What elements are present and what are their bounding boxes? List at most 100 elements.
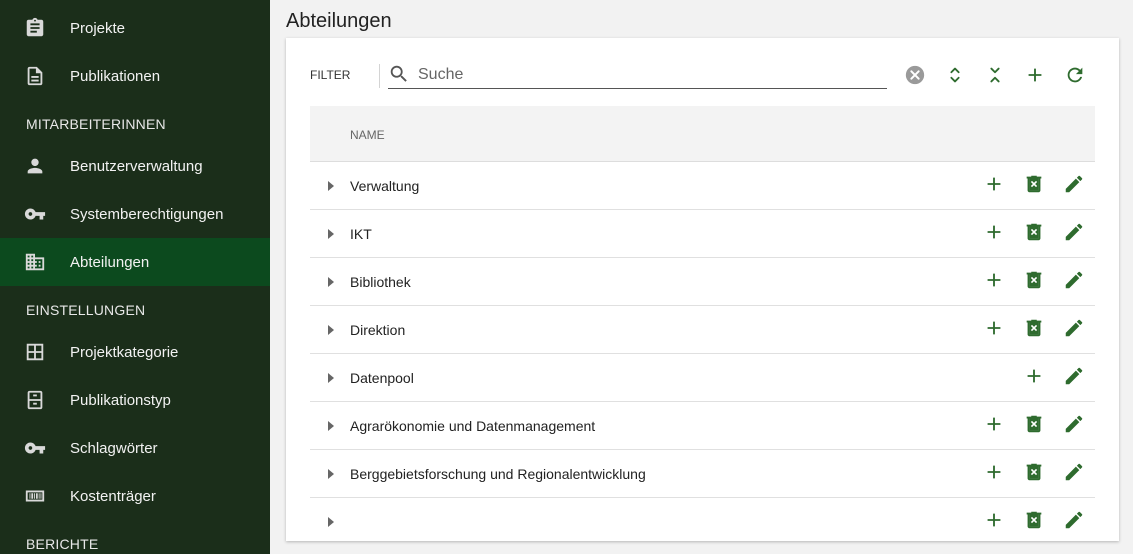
person-icon	[24, 155, 46, 177]
toolbar: FILTER	[286, 38, 1119, 108]
toolbar-divider	[379, 64, 380, 88]
delete-button[interactable]	[1022, 174, 1046, 198]
table-row[interactable]: Bibliothek	[310, 258, 1095, 306]
edit-button[interactable]	[1062, 222, 1086, 246]
department-name: IKT	[350, 226, 372, 242]
expand-toggle[interactable]	[324, 514, 338, 530]
domain-icon	[24, 251, 46, 273]
clear-search-button[interactable]	[902, 64, 928, 90]
department-name: Direktion	[350, 322, 406, 338]
sidebar-item-systemberechtigungen[interactable]: Systemberechtigungen	[0, 190, 270, 238]
add-icon	[983, 221, 1005, 248]
table-header: NAME	[310, 106, 1095, 162]
refresh-icon	[1064, 64, 1086, 91]
edit-button[interactable]	[1062, 174, 1086, 198]
table-row[interactable]: Direktion	[310, 306, 1095, 354]
expand-toggle[interactable]	[324, 226, 338, 242]
column-header-name[interactable]: NAME	[350, 128, 385, 142]
section-header-berichte: BERICHTE	[26, 536, 99, 552]
add-subdepartment-button[interactable]	[982, 510, 1006, 534]
edit-button[interactable]	[1062, 414, 1086, 438]
expand-toggle[interactable]	[324, 418, 338, 434]
delete-button[interactable]	[1022, 414, 1046, 438]
section-header-einstellungen: EINSTELLUNGEN	[26, 302, 146, 318]
add-subdepartment-button[interactable]	[982, 462, 1006, 486]
edit-button[interactable]	[1062, 366, 1086, 390]
add-icon	[1023, 365, 1045, 392]
caret-right-icon	[324, 181, 338, 198]
sidebar: Projekte Publikationen MITARBEITERINNEN …	[0, 0, 270, 554]
expand-toggle[interactable]	[324, 466, 338, 482]
document-icon	[24, 65, 46, 87]
add-subdepartment-button[interactable]	[982, 222, 1006, 246]
sidebar-item-label: Benutzerverwaltung	[70, 157, 203, 175]
add-department-button[interactable]	[1022, 64, 1048, 90]
sidebar-item-label: Projektkategorie	[70, 343, 179, 361]
expand-toggle[interactable]	[324, 370, 338, 386]
department-name: Verwaltung	[350, 178, 420, 194]
caret-right-icon	[324, 373, 338, 390]
caret-right-icon	[324, 421, 338, 438]
sidebar-item-publikationstyp[interactable]: Publikationstyp	[0, 376, 270, 424]
section-header-mitarbeiter: MITARBEITERINNEN	[26, 116, 166, 132]
expand-toggle[interactable]	[324, 274, 338, 290]
table-row[interactable]: Berggebietsforschung und Regionalentwick…	[310, 450, 1095, 498]
grid-icon	[24, 341, 46, 363]
sidebar-item-label: Publikationstyp	[70, 391, 171, 409]
sidebar-item-abteilungen[interactable]: Abteilungen	[0, 238, 270, 286]
sidebar-item-label: Abteilungen	[70, 253, 150, 271]
caret-right-icon	[324, 517, 338, 534]
delete-icon	[1023, 509, 1045, 536]
table-row[interactable]	[310, 498, 1095, 541]
delete-button[interactable]	[1022, 270, 1046, 294]
sidebar-item-projektkategorie[interactable]: Projektkategorie	[0, 328, 270, 376]
delete-button[interactable]	[1022, 510, 1046, 534]
clipboard-icon	[24, 17, 46, 39]
collapse-all-button[interactable]	[982, 64, 1008, 90]
refresh-button[interactable]	[1062, 64, 1088, 90]
delete-icon	[1023, 461, 1045, 488]
delete-icon	[1023, 173, 1045, 200]
department-name: Bibliothek	[350, 274, 411, 290]
add-icon	[983, 173, 1005, 200]
sidebar-item-label: Systemberechtigungen	[70, 205, 224, 223]
sidebar-item-publikationen[interactable]: Publikationen	[0, 52, 270, 100]
delete-icon	[1023, 317, 1045, 344]
edit-button[interactable]	[1062, 462, 1086, 486]
sidebar-item-kostentraeger[interactable]: Kostenträger	[0, 472, 270, 520]
edit-button[interactable]	[1062, 270, 1086, 294]
caret-right-icon	[324, 469, 338, 486]
delete-icon	[1023, 221, 1045, 248]
add-subdepartment-button[interactable]	[1022, 366, 1046, 390]
add-icon	[983, 317, 1005, 344]
add-subdepartment-button[interactable]	[982, 174, 1006, 198]
delete-button[interactable]	[1022, 318, 1046, 342]
sidebar-item-benutzerverwaltung[interactable]: Benutzerverwaltung	[0, 142, 270, 190]
departments-card: FILTER NAME Verwaltung IKT Bibliothek Direk…	[286, 38, 1119, 541]
delete-button[interactable]	[1022, 222, 1046, 246]
key-icon	[24, 437, 46, 459]
edit-icon	[1063, 269, 1085, 296]
expand-toggle[interactable]	[324, 322, 338, 338]
add-subdepartment-button[interactable]	[982, 414, 1006, 438]
sidebar-item-projekte[interactable]: Projekte	[0, 4, 270, 52]
sidebar-item-schlagwoerter[interactable]: Schlagwörter	[0, 424, 270, 472]
search-input[interactable]	[418, 64, 878, 86]
delete-button[interactable]	[1022, 462, 1046, 486]
sidebar-item-label: Publikationen	[70, 67, 161, 85]
search-icon	[388, 63, 410, 85]
caret-right-icon	[324, 325, 338, 342]
table-row[interactable]: Verwaltung	[310, 162, 1095, 210]
edit-button[interactable]	[1062, 510, 1086, 534]
add-subdepartment-button[interactable]	[982, 270, 1006, 294]
table-row[interactable]: Agrarökonomie und Datenmanagement	[310, 402, 1095, 450]
sidebar-item-label: Kostenträger	[70, 487, 156, 505]
add-subdepartment-button[interactable]	[982, 318, 1006, 342]
sidebar-item-label: Schlagwörter	[70, 439, 158, 457]
table-row[interactable]: IKT	[310, 210, 1095, 258]
expand-all-button[interactable]	[942, 64, 968, 90]
key-icon	[24, 203, 46, 225]
table-row[interactable]: Datenpool	[310, 354, 1095, 402]
expand-toggle[interactable]	[324, 178, 338, 194]
edit-button[interactable]	[1062, 318, 1086, 342]
